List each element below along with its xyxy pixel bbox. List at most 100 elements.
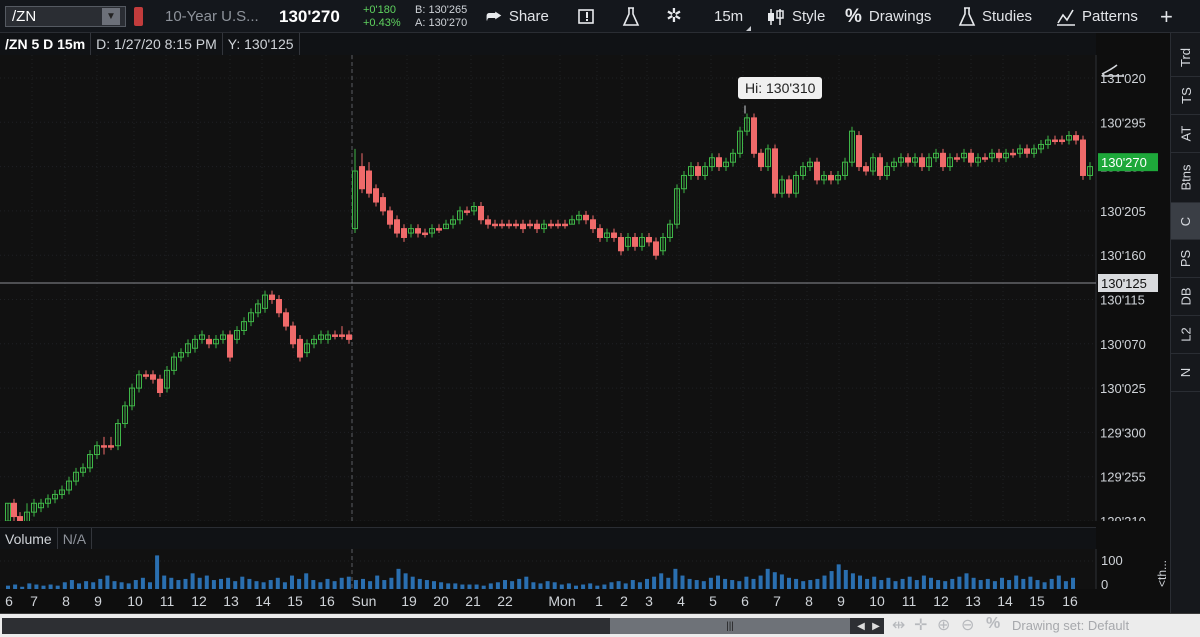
- price-chart[interactable]: 131'020130'295130'250130'205130'160130'1…: [0, 55, 1170, 521]
- volume-bar: [943, 581, 948, 589]
- scrollbar-thumb[interactable]: |||: [610, 618, 850, 634]
- volume-bar: [701, 581, 706, 589]
- candle-body: [283, 312, 289, 327]
- side-tab-l2[interactable]: L2: [1171, 316, 1200, 354]
- candle-body: [150, 374, 156, 380]
- zoom-out-icon[interactable]: ⊖: [961, 615, 974, 635]
- chevron-down-icon[interactable]: ▼: [102, 8, 120, 25]
- percent-icon: %: [845, 5, 862, 27]
- volume-bar: [602, 584, 607, 589]
- candle-body: [632, 236, 638, 247]
- candle-body: [919, 157, 925, 168]
- volume-bar: [424, 580, 429, 589]
- candle-body: [695, 166, 701, 176]
- percent-change-value: +0.43%: [363, 17, 401, 29]
- timeframe-button[interactable]: 15m: [714, 0, 752, 33]
- candle-body: [996, 152, 1002, 159]
- candle-body: [982, 157, 988, 160]
- volume-bar: [133, 580, 138, 589]
- side-tab-trd[interactable]: Trd: [1171, 39, 1200, 77]
- symbol-selector[interactable]: ▼: [5, 6, 126, 27]
- side-tab-btns[interactable]: Btns: [1171, 153, 1200, 203]
- volume-bar: [1021, 578, 1026, 589]
- volume-bar: [588, 583, 593, 589]
- patterns-icon: [1057, 9, 1075, 26]
- studies-button[interactable]: Studies: [958, 0, 1032, 33]
- volume-bar: [488, 583, 493, 589]
- chart-toolbar: ▼ 10-Year U.S... 130'270 +0'180 +0.43% B…: [0, 0, 1200, 33]
- zoom-in-icon[interactable]: ⊕: [937, 615, 950, 635]
- volume-bar: [233, 581, 238, 589]
- volume-bar: [1049, 578, 1054, 589]
- volume-bar: [346, 576, 351, 589]
- side-tab-ts[interactable]: TS: [1171, 77, 1200, 115]
- time-tick-label: 8: [62, 593, 70, 609]
- time-tick-label: 6: [5, 593, 13, 609]
- volume-bar: [637, 582, 642, 589]
- volume-bar: [758, 575, 763, 589]
- candle-body: [297, 338, 303, 358]
- share-button[interactable]: ⮫ Share: [486, 0, 549, 33]
- volume-bar: [211, 580, 216, 589]
- time-tick-label: 13: [965, 593, 981, 609]
- time-tick-label: Sun: [352, 593, 377, 609]
- volume-bar: [20, 586, 25, 589]
- scroll-left-icon[interactable]: ◀: [854, 618, 868, 634]
- side-panel-tabs: Trd TS AT Btns C PS DB L2 N: [1170, 33, 1200, 613]
- candle-body: [464, 210, 470, 213]
- flask-icon: [958, 6, 976, 26]
- candle-body: [863, 166, 869, 172]
- settings-button[interactable]: ✲: [666, 0, 689, 33]
- volume-bar: [971, 577, 976, 589]
- volume-bar: [517, 578, 522, 589]
- volume-label[interactable]: Volume: [0, 528, 58, 550]
- side-tab-ps[interactable]: PS: [1171, 240, 1200, 278]
- candle-body: [269, 294, 275, 301]
- plus-icon: +: [1160, 3, 1173, 29]
- crosshair-price-badge-label: 130'125: [1101, 276, 1147, 291]
- volume-bar: [112, 581, 117, 589]
- drawings-button[interactable]: % Drawings: [845, 0, 931, 33]
- price-tick-label: 130'295: [1100, 115, 1146, 130]
- volume-bar: [929, 577, 933, 589]
- volume-bar: [148, 582, 152, 589]
- volume-bar: [219, 578, 223, 589]
- side-tab-n[interactable]: N: [1171, 354, 1200, 392]
- volume-bar: [822, 575, 827, 589]
- volume-bar: [432, 581, 436, 589]
- volume-bar: [893, 581, 898, 589]
- patterns-button[interactable]: Patterns: [1056, 0, 1138, 33]
- volume-bar: [77, 583, 81, 589]
- scroll-right-icon[interactable]: ▶: [869, 618, 883, 634]
- volume-bar: [27, 583, 32, 589]
- side-tab-at[interactable]: AT: [1171, 115, 1200, 153]
- volume-bar: [339, 577, 344, 589]
- style-button[interactable]: Style: [766, 0, 825, 33]
- price-tick-label: 130'025: [1100, 381, 1146, 396]
- percent-zoom-icon[interactable]: %: [986, 615, 1000, 633]
- volume-bar: [460, 584, 465, 589]
- volume-chart[interactable]: 100 0 <th...: [0, 549, 1170, 589]
- side-tab-label: TS: [1178, 87, 1194, 104]
- volume-bar: [559, 584, 564, 589]
- time-tick-label: 2: [620, 593, 628, 609]
- strategy-button[interactable]: [622, 0, 640, 33]
- pan-icon[interactable]: ✛: [914, 615, 927, 635]
- side-tab-c[interactable]: C: [1171, 203, 1200, 240]
- symbol-input[interactable]: [6, 8, 102, 25]
- volume-bar: [403, 573, 408, 589]
- candle-body: [555, 223, 561, 227]
- volume-bar: [595, 585, 600, 589]
- symbol-link-badge[interactable]: [134, 7, 143, 26]
- candle-body: [940, 152, 946, 168]
- volume-bar: [801, 581, 806, 589]
- alert-button[interactable]: [578, 0, 596, 33]
- chart-symbol-period[interactable]: /ZN 5 D 15m: [0, 33, 92, 55]
- volume-bar: [836, 564, 841, 589]
- time-axis[interactable]: 6 7 8 9 10 11 12 13 14 15 16 Sun 19 20 21 22 Mon 1 2 3 4 5 6 7 8…: [0, 590, 1096, 612]
- expand-icon[interactable]: ⇹: [892, 615, 905, 635]
- horizontal-scrollbar[interactable]: ||| ◀ ▶: [2, 618, 884, 634]
- side-tab-db[interactable]: DB: [1171, 278, 1200, 316]
- drawing-set-label[interactable]: Drawing set: Default: [1012, 618, 1129, 633]
- add-button[interactable]: +: [1160, 0, 1173, 33]
